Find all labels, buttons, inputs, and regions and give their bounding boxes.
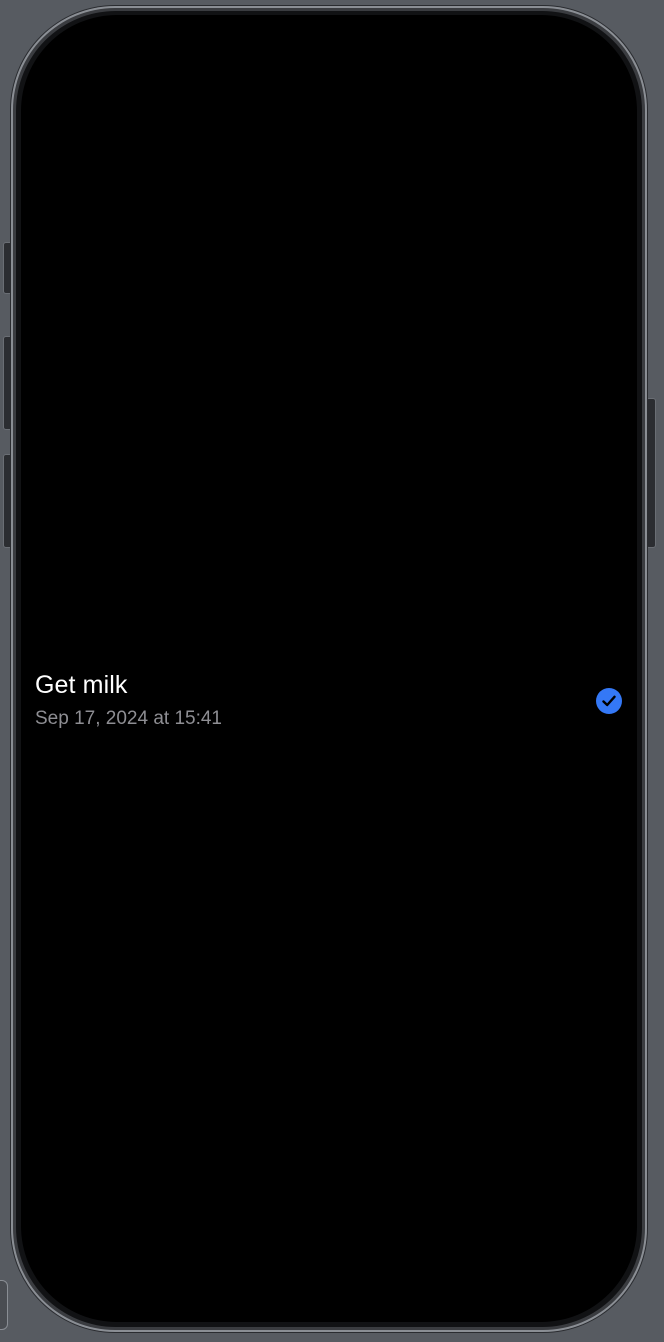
reminder-row[interactable]: Get milk Sep 17, 2024 at 15:41 — [21, 655, 637, 747]
simulator-edge-handle — [0, 1280, 8, 1330]
side-power-button — [646, 398, 656, 548]
checkmark-icon — [602, 695, 616, 707]
checkmark-circle-icon[interactable] — [596, 688, 622, 714]
device-screen: Get milk Sep 17, 2024 at 15:41 — [21, 15, 637, 1322]
reminder-date: Sep 17, 2024 at 15:41 — [35, 708, 222, 729]
reminder-title: Get milk — [35, 671, 128, 699]
simulator-background: Get milk Sep 17, 2024 at 15:41 — [0, 0, 664, 1342]
